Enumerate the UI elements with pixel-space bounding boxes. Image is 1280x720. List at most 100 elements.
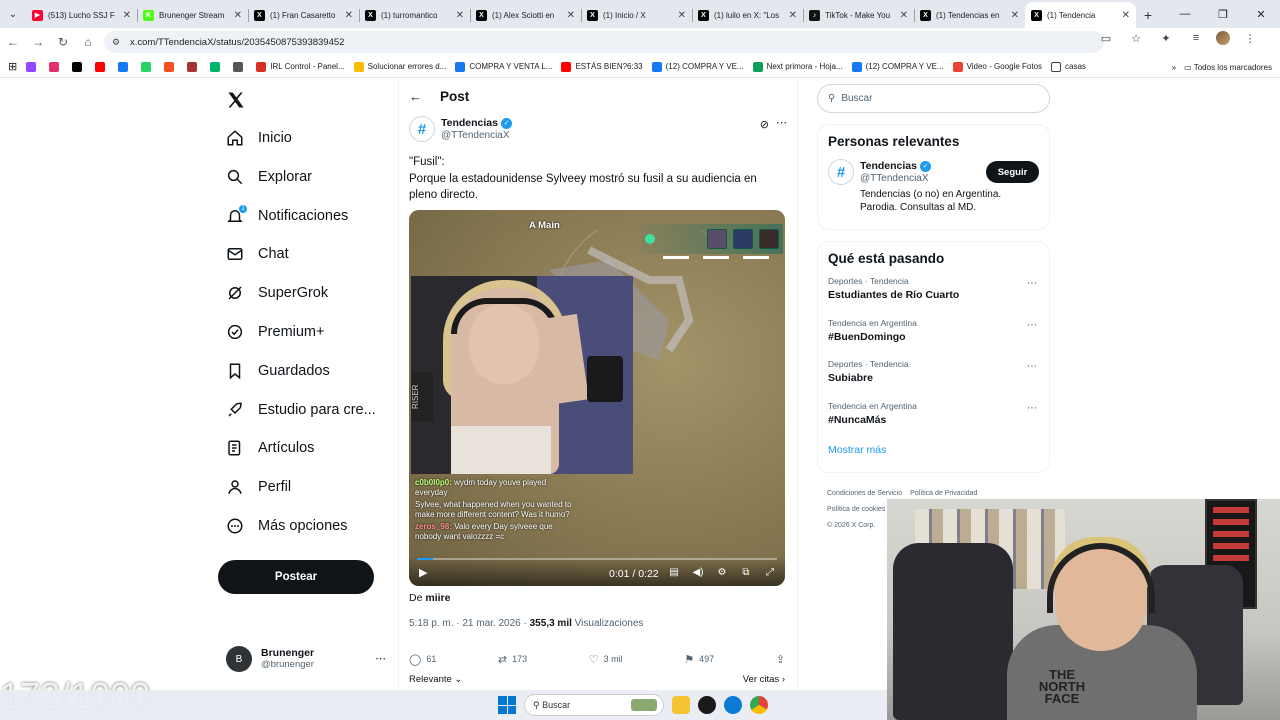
browser-tab[interactable]: ♪ TikTok - Make You ✕ bbox=[803, 2, 914, 28]
trend-more-icon[interactable]: ⋯ bbox=[1027, 278, 1037, 289]
bookmark-item[interactable]: COMPRA Y VENTA L... bbox=[455, 61, 552, 72]
nav-item-más-opciones[interactable]: Más opciones bbox=[226, 512, 347, 540]
nav-item-supergrok[interactable]: SuperGrok bbox=[226, 279, 328, 307]
app-icon[interactable] bbox=[698, 696, 716, 714]
all-bookmarks[interactable]: ▭ Todos los marcadores bbox=[1184, 63, 1272, 72]
browser-tab[interactable]: X (1) Tendencias en ✕ bbox=[914, 2, 1025, 28]
nav-item-chat[interactable]: Chat bbox=[226, 240, 289, 268]
nav-item-artículos[interactable]: Artículos bbox=[226, 434, 314, 462]
close-tab-icon[interactable]: ✕ bbox=[900, 10, 908, 21]
browser-tab[interactable]: X (1) Tendencia ✕ bbox=[1025, 2, 1136, 28]
browser-tab[interactable]: ▶ (513) Lucho SSJ F ✕ bbox=[26, 2, 137, 28]
back-arrow-icon[interactable]: ← bbox=[409, 89, 422, 104]
bookmark-item[interactable]: casas bbox=[1051, 61, 1086, 72]
trend-more-icon[interactable]: ⋯ bbox=[1027, 320, 1037, 331]
like-button[interactable]: ♡ 3 mil bbox=[589, 653, 623, 666]
chrome-icon[interactable] bbox=[750, 696, 768, 714]
person-avatar[interactable]: # bbox=[828, 159, 854, 185]
close-tab-icon[interactable]: ✕ bbox=[678, 10, 686, 21]
bookmark-item[interactable]: Next primora - Hoja... bbox=[752, 61, 843, 72]
bookmark-button[interactable]: ⚑ 497 bbox=[684, 653, 714, 666]
browser-tab[interactable]: K Brunenger Stream ✕ bbox=[137, 2, 248, 28]
edge-icon[interactable] bbox=[724, 696, 742, 714]
trend-item[interactable]: Tendencia en Argentina #BuenDomingo ⋯ bbox=[818, 314, 1049, 356]
post-timestamp[interactable]: 5:18 p. m. · 21 mar. 2026 · bbox=[409, 618, 527, 629]
browser-tab[interactable]: X (1) turromantico ✕ bbox=[359, 2, 470, 28]
trend-item[interactable]: Tendencia en Argentina #NuncaMás ⋯ bbox=[818, 397, 1049, 439]
pip-icon[interactable]: ⧉ bbox=[739, 566, 753, 580]
captions-icon[interactable]: ▤ bbox=[667, 566, 681, 580]
footer-link[interactable]: Condiciones de Servicio bbox=[827, 490, 902, 497]
bookmark-item[interactable]: IRL Control - Panel... bbox=[256, 61, 345, 72]
close-tab-icon[interactable]: ✕ bbox=[456, 10, 464, 21]
bookmark-item[interactable] bbox=[187, 61, 201, 72]
nav-item-estudio-para-cre-[interactable]: Estudio para cre... bbox=[226, 396, 376, 424]
close-tab-icon[interactable]: ✕ bbox=[1011, 10, 1019, 21]
cast-icon[interactable]: ▭ bbox=[1096, 32, 1116, 45]
bookmark-item[interactable]: (12) COMPRA Y VE... bbox=[851, 61, 944, 72]
x-logo-icon[interactable] bbox=[226, 90, 246, 110]
browser-tab[interactable]: X (1) Alex Sciotti en ✕ bbox=[470, 2, 581, 28]
bookmark-item[interactable]: Solucionar errores d... bbox=[353, 61, 446, 72]
author-handle[interactable]: @TTendenciaX bbox=[441, 130, 510, 141]
profile-avatar[interactable] bbox=[1216, 31, 1230, 45]
nav-item-inicio[interactable]: Inicio bbox=[226, 124, 292, 152]
account-more-icon[interactable]: ⋯ bbox=[375, 652, 386, 665]
star-icon[interactable]: ☆ bbox=[1126, 32, 1146, 45]
trend-more-icon[interactable]: ⋯ bbox=[1027, 361, 1037, 372]
url-field[interactable]: ⚙ x.com/TTendenciaX/status/2035450875393… bbox=[104, 31, 1104, 53]
follow-button[interactable]: Seguir bbox=[986, 161, 1039, 183]
trend-item[interactable]: Deportes · Tendencia Subiabre ⋯ bbox=[818, 355, 1049, 397]
bookmark-item[interactable]: (12) COMPRA Y VE... bbox=[651, 61, 744, 72]
from-user[interactable]: miire bbox=[425, 592, 450, 604]
sort-dropdown[interactable]: Relevante ⌄ bbox=[409, 674, 462, 685]
media-icon[interactable]: ≡ bbox=[1186, 32, 1206, 44]
bookmark-item[interactable]: Video - Google Fotos bbox=[952, 61, 1042, 72]
back-icon[interactable]: ← bbox=[1, 30, 25, 54]
nav-item-explorar[interactable]: Explorar bbox=[226, 163, 312, 191]
more-bookmarks-icon[interactable]: » bbox=[1172, 63, 1176, 72]
footer-link[interactable]: Política de cookies bbox=[827, 506, 885, 513]
view-quotes-link[interactable]: Ver citas › bbox=[743, 674, 785, 685]
play-icon[interactable]: ▶ bbox=[419, 566, 433, 580]
trend-item[interactable]: Deportes · Tendencia Estudiantes de Río C… bbox=[818, 272, 1049, 314]
grok-icon[interactable]: ⊘ bbox=[760, 118, 769, 131]
author-name[interactable]: Tendencias bbox=[441, 117, 498, 129]
file-explorer-icon[interactable] bbox=[672, 696, 690, 714]
settings-icon[interactable]: ⚙ bbox=[715, 566, 729, 580]
author-avatar[interactable]: # bbox=[409, 116, 435, 142]
bookmark-item[interactable] bbox=[210, 61, 224, 72]
bookmark-item[interactable] bbox=[118, 61, 132, 72]
close-tab-icon[interactable]: ✕ bbox=[123, 10, 131, 21]
browser-tab[interactable]: X (1) Fran Casaretto ✕ bbox=[248, 2, 359, 28]
maximize-icon[interactable]: ❐ bbox=[1204, 0, 1242, 28]
reply-button[interactable]: ◯ 61 bbox=[409, 653, 436, 666]
nav-item-guardados[interactable]: Guardados bbox=[226, 357, 330, 385]
bookmark-item[interactable] bbox=[141, 61, 155, 72]
forward-icon[interactable]: → bbox=[26, 30, 50, 54]
trend-more-icon[interactable]: ⋯ bbox=[1027, 403, 1037, 414]
volume-icon[interactable]: ◀) bbox=[691, 566, 705, 580]
show-more-link[interactable]: Mostrar más bbox=[818, 438, 1049, 468]
post-button[interactable]: Postear bbox=[218, 560, 374, 594]
close-tab-icon[interactable]: ✕ bbox=[345, 10, 353, 21]
bookmark-item[interactable] bbox=[49, 61, 63, 72]
nav-item-perfil[interactable]: Perfil bbox=[226, 473, 291, 501]
repost-button[interactable]: ⇄ 173 bbox=[498, 653, 527, 666]
relevant-person[interactable]: # Tendencias ✓ @TTendenciaX Tendencias (o… bbox=[818, 155, 1049, 225]
reload-icon[interactable]: ↻ bbox=[51, 30, 75, 54]
nav-item-notificaciones[interactable]: 1 Notificaciones bbox=[226, 202, 348, 230]
browser-tab[interactable]: X (1) Inicio / X ✕ bbox=[581, 2, 692, 28]
search-input[interactable]: ⚲ Buscar bbox=[817, 84, 1050, 113]
footer-link[interactable]: © 2026 X Corp. bbox=[827, 522, 875, 529]
account-switcher[interactable]: B Brunenger @brunenger ⋯ bbox=[226, 644, 386, 674]
bookmark-item[interactable] bbox=[72, 61, 86, 72]
bookmark-item[interactable] bbox=[95, 61, 109, 72]
share-button[interactable]: ⇪ bbox=[776, 653, 785, 666]
browser-menu-icon[interactable]: ⋮ bbox=[1240, 32, 1260, 45]
fullscreen-icon[interactable]: ⤢ bbox=[763, 566, 777, 580]
close-window-icon[interactable]: ✕ bbox=[1242, 0, 1280, 28]
video-player[interactable]: A Main RISER c0b0l0p0: wydm today youve … bbox=[409, 210, 785, 586]
site-info-icon[interactable]: ⚙ bbox=[112, 37, 126, 48]
tab-search-icon[interactable]: ⌄ bbox=[0, 0, 26, 28]
